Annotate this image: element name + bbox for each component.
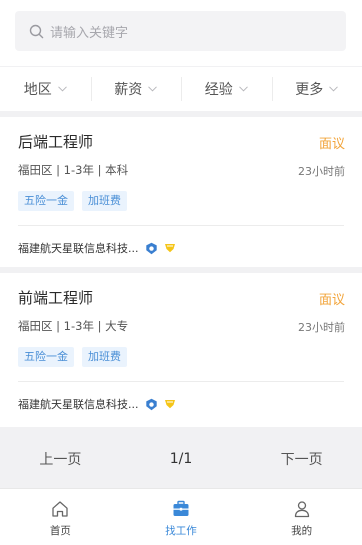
search-icon <box>29 24 44 38</box>
home-icon <box>52 501 68 517</box>
chevron-down-icon <box>57 86 67 92</box>
job-meta: 福田区 | 1-3年 | 本科 <box>18 163 129 177</box>
job-tag: 加班费 <box>82 347 127 367</box>
prev-page-button[interactable]: 上一页 <box>0 449 121 469</box>
job-tags: 五险一金 加班费 <box>18 191 127 211</box>
filter-more[interactable]: 更多 <box>271 67 362 111</box>
filter-label: 经验 <box>204 82 233 98</box>
filter-label: 更多 <box>295 82 324 98</box>
search-bar: 请输入关键字 <box>0 0 362 66</box>
company-row: 福建航天星联信息科技... <box>18 396 176 412</box>
chevron-down-icon <box>148 86 158 92</box>
job-posted-time: 23小时前 <box>298 165 345 178</box>
job-tags: 五险一金 加班费 <box>18 347 127 367</box>
filter-label: 薪资 <box>114 82 143 98</box>
chevron-down-icon <box>238 86 248 92</box>
chevron-down-icon <box>329 86 339 92</box>
tab-label: 我的 <box>291 525 313 537</box>
filter-label: 地区 <box>23 82 52 98</box>
verified-badge-icon <box>145 398 158 411</box>
filter-experience[interactable]: 经验 <box>181 67 272 111</box>
filter-region[interactable]: 地区 <box>0 67 91 111</box>
filter-bar: 地区 薪资 经验 更多 <box>0 67 362 111</box>
verified-badge-icon <box>145 242 158 255</box>
job-tag: 五险一金 <box>18 191 74 211</box>
page-indicator: 1/1 <box>169 451 193 467</box>
job-tag: 五险一金 <box>18 347 74 367</box>
tab-find-job[interactable]: 找工作 <box>121 489 242 545</box>
job-card[interactable]: 后端工程师 面议 福田区 | 1-3年 | 本科 23小时前 五险一金 加班费 … <box>0 117 362 267</box>
search-placeholder: 请输入关键字 <box>50 25 129 41</box>
next-page-button[interactable]: 下一页 <box>241 449 362 469</box>
job-tag: 加班费 <box>82 191 127 211</box>
job-salary: 面议 <box>318 137 345 152</box>
vip-badge-icon <box>164 399 176 409</box>
job-title: 前端工程师 <box>18 289 94 307</box>
job-salary: 面议 <box>318 293 345 308</box>
job-list-page: 请输入关键字 地区 薪资 经验 更多 后端工程师 面议 福田区 | 1-3年 |… <box>0 0 362 545</box>
company-name: 福建航天星联信息科技... <box>18 398 139 411</box>
company-row: 福建航天星联信息科技... <box>18 240 176 256</box>
tab-label: 首页 <box>49 525 71 537</box>
divider <box>18 381 344 382</box>
filter-salary[interactable]: 薪资 <box>90 67 182 111</box>
search-input[interactable]: 请输入关键字 <box>15 11 346 51</box>
job-card[interactable]: 前端工程师 面议 福田区 | 1-3年 | 大专 23小时前 五险一金 加班费 … <box>0 273 362 427</box>
job-title: 后端工程师 <box>18 133 94 151</box>
bottom-tab-bar: 首页 找工作 我的 <box>0 488 362 545</box>
pagination: 上一页 1/1 下一页 <box>0 433 362 485</box>
tab-home[interactable]: 首页 <box>0 489 121 545</box>
tab-profile[interactable]: 我的 <box>241 489 362 545</box>
divider <box>18 225 344 226</box>
briefcase-icon <box>173 500 189 516</box>
vip-badge-icon <box>164 243 176 253</box>
job-meta: 福田区 | 1-3年 | 大专 <box>18 319 129 333</box>
user-icon <box>294 501 309 518</box>
tab-label: 找工作 <box>165 525 197 537</box>
company-name: 福建航天星联信息科技... <box>18 242 139 255</box>
job-posted-time: 23小时前 <box>298 321 345 334</box>
